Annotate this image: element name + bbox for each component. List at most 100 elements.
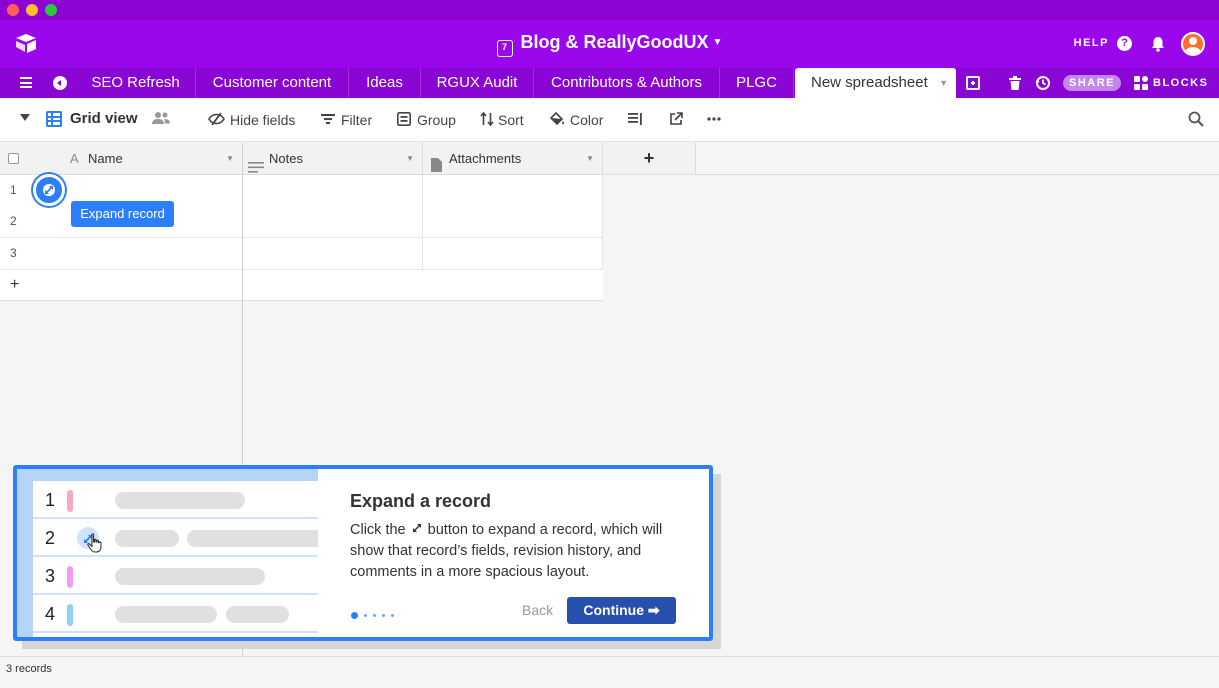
hide-fields-label: Hide fields [230,112,296,128]
onboarding-description: Click the button to expand a record, whi… [350,519,680,583]
illustration-row: 4 [33,595,318,633]
color-button[interactable]: Color [549,111,604,128]
attachments-cell[interactable] [423,206,603,238]
window-titlebar [0,0,1219,20]
illustration-row-number: 2 [45,528,56,548]
filter-icon [321,112,335,129]
notifications-bell-icon[interactable] [1151,36,1165,57]
hide-fields-icon [208,112,225,129]
help-link[interactable]: HELP [1074,37,1109,49]
chevron-down-icon[interactable]: ▼ [226,143,234,174]
chevron-down-icon[interactable]: ▼ [586,143,594,174]
illustration-row-number: 4 [45,604,56,624]
onboarding-card: 1 2 3 4 Expand a record Click the button… [13,465,713,641]
row-number: 2 [10,214,17,228]
illustration-pill [226,606,289,623]
chevron-down-icon[interactable]: ▼ [939,68,948,98]
text-field-icon: A [70,151,79,166]
step-indicator [351,607,400,625]
tab-customer-content[interactable]: Customer content [196,68,349,98]
illustration-pill [115,606,217,623]
step-dot [373,614,376,618]
column-header-notes[interactable]: Notes ▼ [243,143,423,174]
color-label: Color [570,112,604,128]
illustration-pill [115,568,265,585]
expand-record-tooltip: Expand record [71,201,174,227]
illustration-pill [115,492,245,509]
expand-arrows-icon [41,182,57,203]
attachments-cell[interactable] [423,238,603,270]
sort-label: Sort [498,112,524,128]
close-window-button[interactable] [7,4,19,16]
illustration-color-bar [67,566,73,588]
step-dot-active [351,612,358,620]
tab-rgux-audit[interactable]: RGUX Audit [421,68,534,98]
add-field-button[interactable]: + [603,143,696,174]
add-row-button[interactable]: + [0,270,603,301]
continue-button[interactable]: Continue ➡ [567,597,676,624]
back-button[interactable]: Back [522,602,553,618]
blocks-button[interactable]: BLOCKS [1134,75,1208,91]
base-name: Blog & ReallyGoodUX [520,32,709,52]
illustration-row-number: 1 [45,490,56,510]
illustration-pill [115,530,179,547]
trash-icon[interactable] [1009,76,1021,95]
view-name[interactable]: Grid view [70,110,138,127]
sort-button[interactable]: Sort [480,111,524,129]
chevron-down-icon: ▼ [712,37,723,48]
group-button[interactable]: Group [397,112,456,128]
chevron-down-icon[interactable]: ▼ [406,143,414,174]
zoom-window-button[interactable] [45,4,57,16]
filter-button[interactable]: Filter [321,112,372,128]
table-row[interactable]: 3 [0,238,603,270]
illustration-row: 2 [33,519,318,557]
illustration-pill [187,530,318,547]
notes-cell[interactable] [242,206,423,238]
description-text-start: Click the [350,522,406,538]
tab-label: New spreadsheet [811,74,928,91]
select-all-checkbox[interactable] [8,153,19,164]
history-icon[interactable] [1035,75,1051,96]
illustration-row: 3 [33,557,318,595]
illustration-row: 1 [33,481,318,519]
base-title[interactable]: 7 Blog & ReallyGoodUX ▼ [0,32,1219,57]
step-dot [364,614,367,618]
share-button[interactable]: SHARE [1063,75,1121,91]
blocks-label: BLOCKS [1153,77,1209,89]
step-dot [382,614,385,618]
share-view-icon[interactable] [669,112,683,129]
blocks-icon [1134,76,1148,95]
help-icon[interactable]: ? [1117,36,1132,51]
user-avatar[interactable] [1181,32,1205,56]
tab-seo-refresh[interactable]: SEO Refresh [76,68,196,98]
grid-header: A Name ▼ Notes ▼ Attachments ▼ + [0,143,1219,175]
tab-ideas[interactable]: Ideas [349,68,421,98]
row-number: 3 [10,246,17,260]
tab-label: PLGC [736,74,777,91]
scroll-tabs-left-icon[interactable] [53,76,67,90]
hide-fields-button[interactable]: Hide fields [208,112,295,128]
notes-cell[interactable] [242,238,423,270]
calendar-icon: 7 [496,40,513,57]
tab-label: RGUX Audit [436,74,518,91]
column-header-name[interactable]: A Name ▼ [0,143,243,174]
sort-icon [480,111,494,129]
minimize-window-button[interactable] [26,4,38,16]
search-icon[interactable] [1188,111,1204,132]
expand-arrows-icon [412,519,422,540]
column-header-attachments[interactable]: Attachments ▼ [423,143,603,174]
add-table-icon[interactable] [966,76,980,90]
illustration-color-bar [67,490,73,512]
views-sidebar-toggle-icon[interactable] [20,114,30,121]
tab-contributors-authors[interactable]: Contributors & Authors [534,68,720,98]
collaborators-icon[interactable] [152,111,170,130]
attachments-cell[interactable] [423,175,603,207]
onboarding-illustration: 1 2 3 4 [17,469,318,637]
column-name-label: Notes [269,151,303,166]
tab-new-spreadsheet[interactable]: New spreadsheet ▼ [795,68,956,98]
tab-plgc[interactable]: PLGC [720,68,794,98]
more-options-icon[interactable] [707,112,721,129]
menu-icon[interactable] [20,77,32,88]
row-height-icon[interactable] [628,112,643,129]
notes-cell[interactable] [242,175,423,207]
